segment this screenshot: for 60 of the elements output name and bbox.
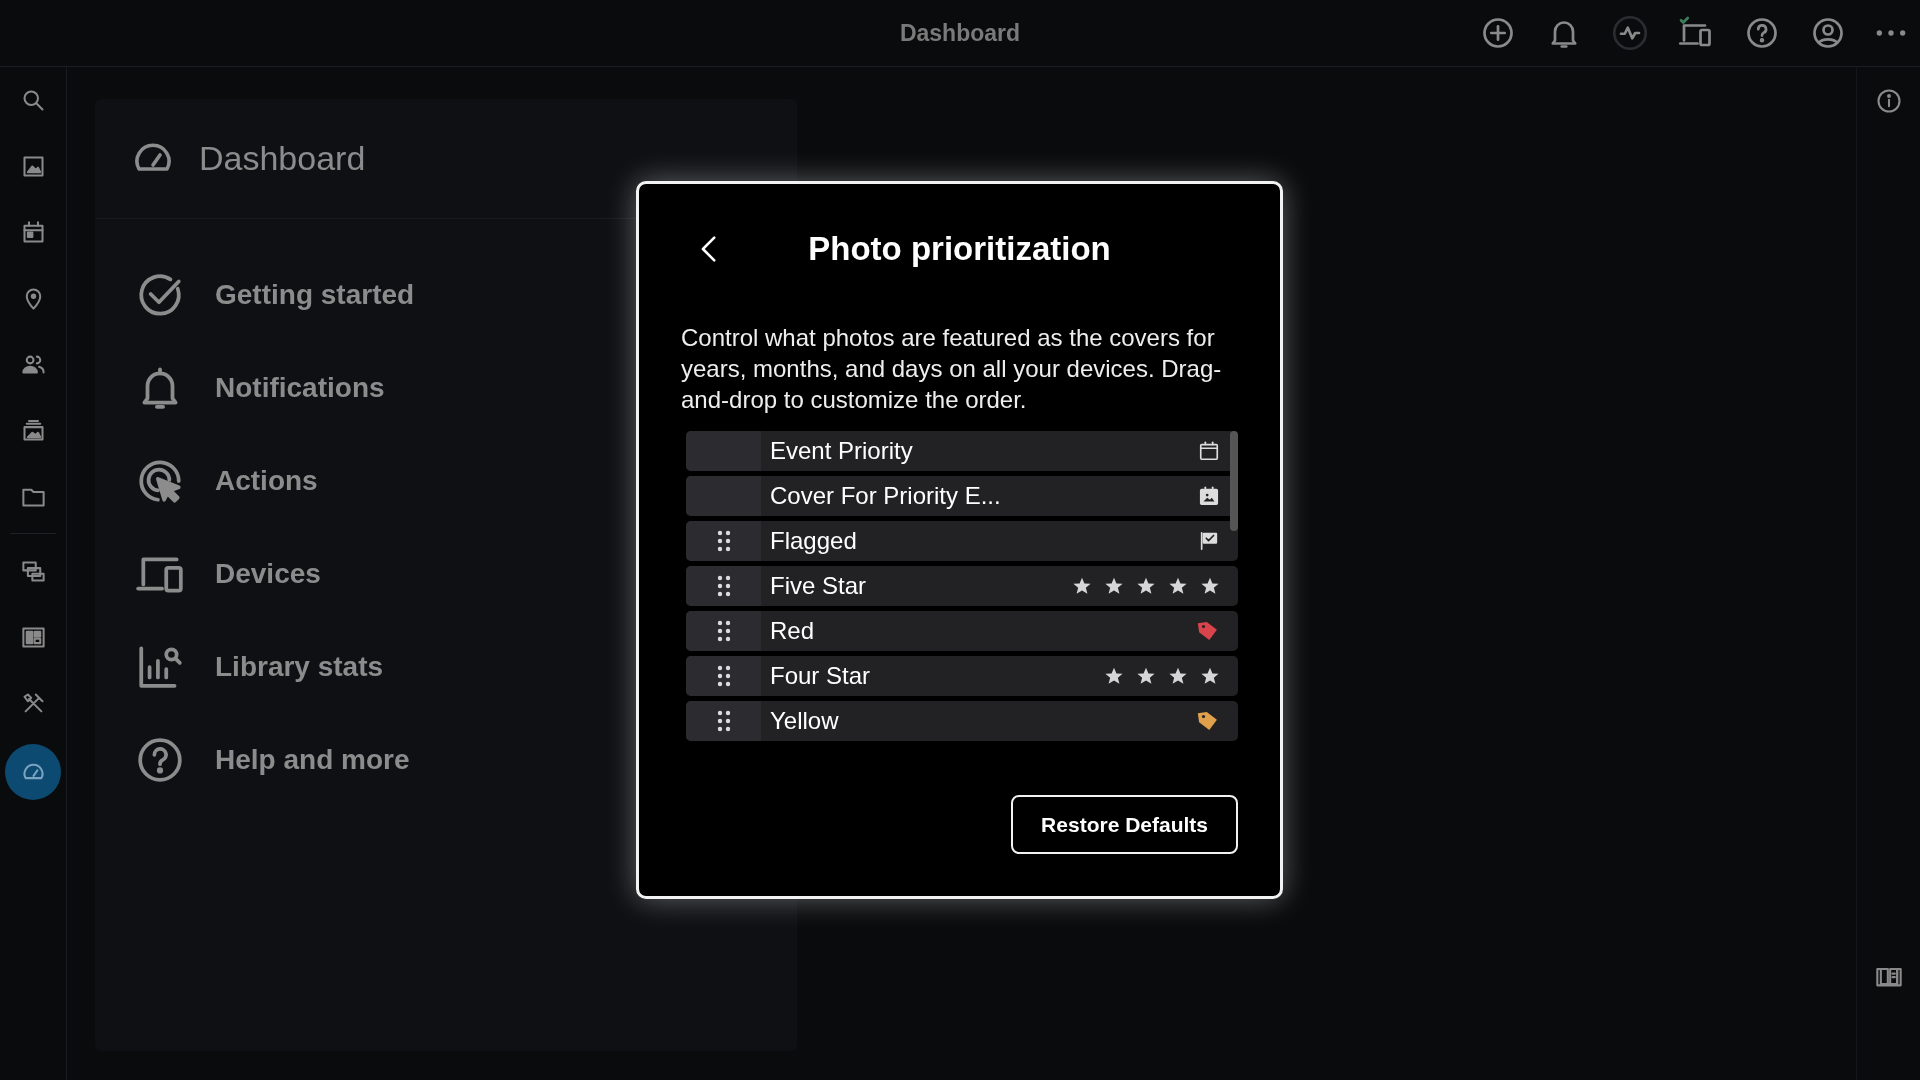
star-icon <box>1136 666 1156 686</box>
add-button[interactable] <box>1480 15 1516 51</box>
drag-handle-icon <box>716 665 731 687</box>
handle-cell[interactable] <box>686 521 761 561</box>
row-label: Cover For Priority E... <box>769 482 1002 510</box>
drag-handle-icon <box>716 710 731 732</box>
activity-icon <box>1612 15 1648 51</box>
priority-row[interactable]: Five Star <box>686 566 1238 606</box>
add-icon <box>1480 15 1516 51</box>
priority-row[interactable]: Flagged <box>686 521 1238 561</box>
star-icon <box>1168 576 1188 596</box>
more-button[interactable] <box>1876 29 1906 37</box>
calendar-photo-icon <box>1198 485 1220 507</box>
star-icon <box>1072 576 1092 596</box>
menu-item[interactable]: Getting started <box>135 270 415 320</box>
row-label: Flagged <box>769 527 858 555</box>
restore-defaults-button[interactable]: Restore Defaults <box>1011 795 1238 854</box>
row-label: Four Star <box>769 662 872 690</box>
account-icon <box>1810 15 1846 51</box>
handle-cell[interactable] <box>686 611 761 651</box>
star-icon <box>1104 576 1124 596</box>
help-button[interactable] <box>1744 15 1780 51</box>
dialog-title: Photo prioritization <box>808 230 1111 267</box>
star-icon <box>1200 576 1220 596</box>
row-label: Red <box>769 617 816 645</box>
menu-item[interactable]: Notifications <box>135 363 385 413</box>
calendar-icon <box>1198 440 1220 462</box>
handle-cell[interactable] <box>686 566 761 606</box>
priority-row[interactable]: Four Star <box>686 656 1238 696</box>
scrollbar[interactable] <box>1230 431 1238 531</box>
menu-item[interactable]: Help and more <box>135 735 410 785</box>
drag-handle-icon <box>716 530 731 552</box>
dialog-description: Control what photos are featured as the covers for years, months, and days on all your devices. Drag-and-drop to customize the order. <box>681 323 1223 415</box>
help-icon <box>1744 15 1780 51</box>
handle-cell[interactable] <box>686 656 761 696</box>
priority-row[interactable]: Red <box>686 611 1238 651</box>
priority-row[interactable]: Yellow <box>686 701 1238 741</box>
row-label: Event Priority <box>769 437 914 465</box>
help-icon <box>135 735 185 785</box>
star-icon <box>1200 666 1220 686</box>
menu-item[interactable]: Devices <box>135 549 321 599</box>
gauge-nav-button[interactable] <box>5 744 61 800</box>
panel-title: Dashboard <box>199 139 366 178</box>
drag-handle-icon <box>716 575 731 597</box>
star-icon <box>1104 666 1124 686</box>
drag-handle-icon <box>716 620 731 642</box>
more-icon <box>1876 29 1906 37</box>
activity-button[interactable] <box>1612 15 1648 51</box>
star-icon <box>1168 666 1188 686</box>
row-label: Five Star <box>769 572 868 600</box>
menu-item[interactable]: Actions <box>135 456 318 506</box>
flag-check-icon <box>1198 530 1220 552</box>
row-label: Yellow <box>769 707 840 735</box>
info-button[interactable] <box>1874 87 1903 115</box>
info-icon <box>1874 87 1903 115</box>
account-button[interactable] <box>1810 15 1846 51</box>
star-icon <box>1136 576 1156 596</box>
window-title: Dashboard <box>899 19 1021 46</box>
handle-cell[interactable] <box>686 701 761 741</box>
menu-item[interactable]: Library stats <box>135 642 384 692</box>
